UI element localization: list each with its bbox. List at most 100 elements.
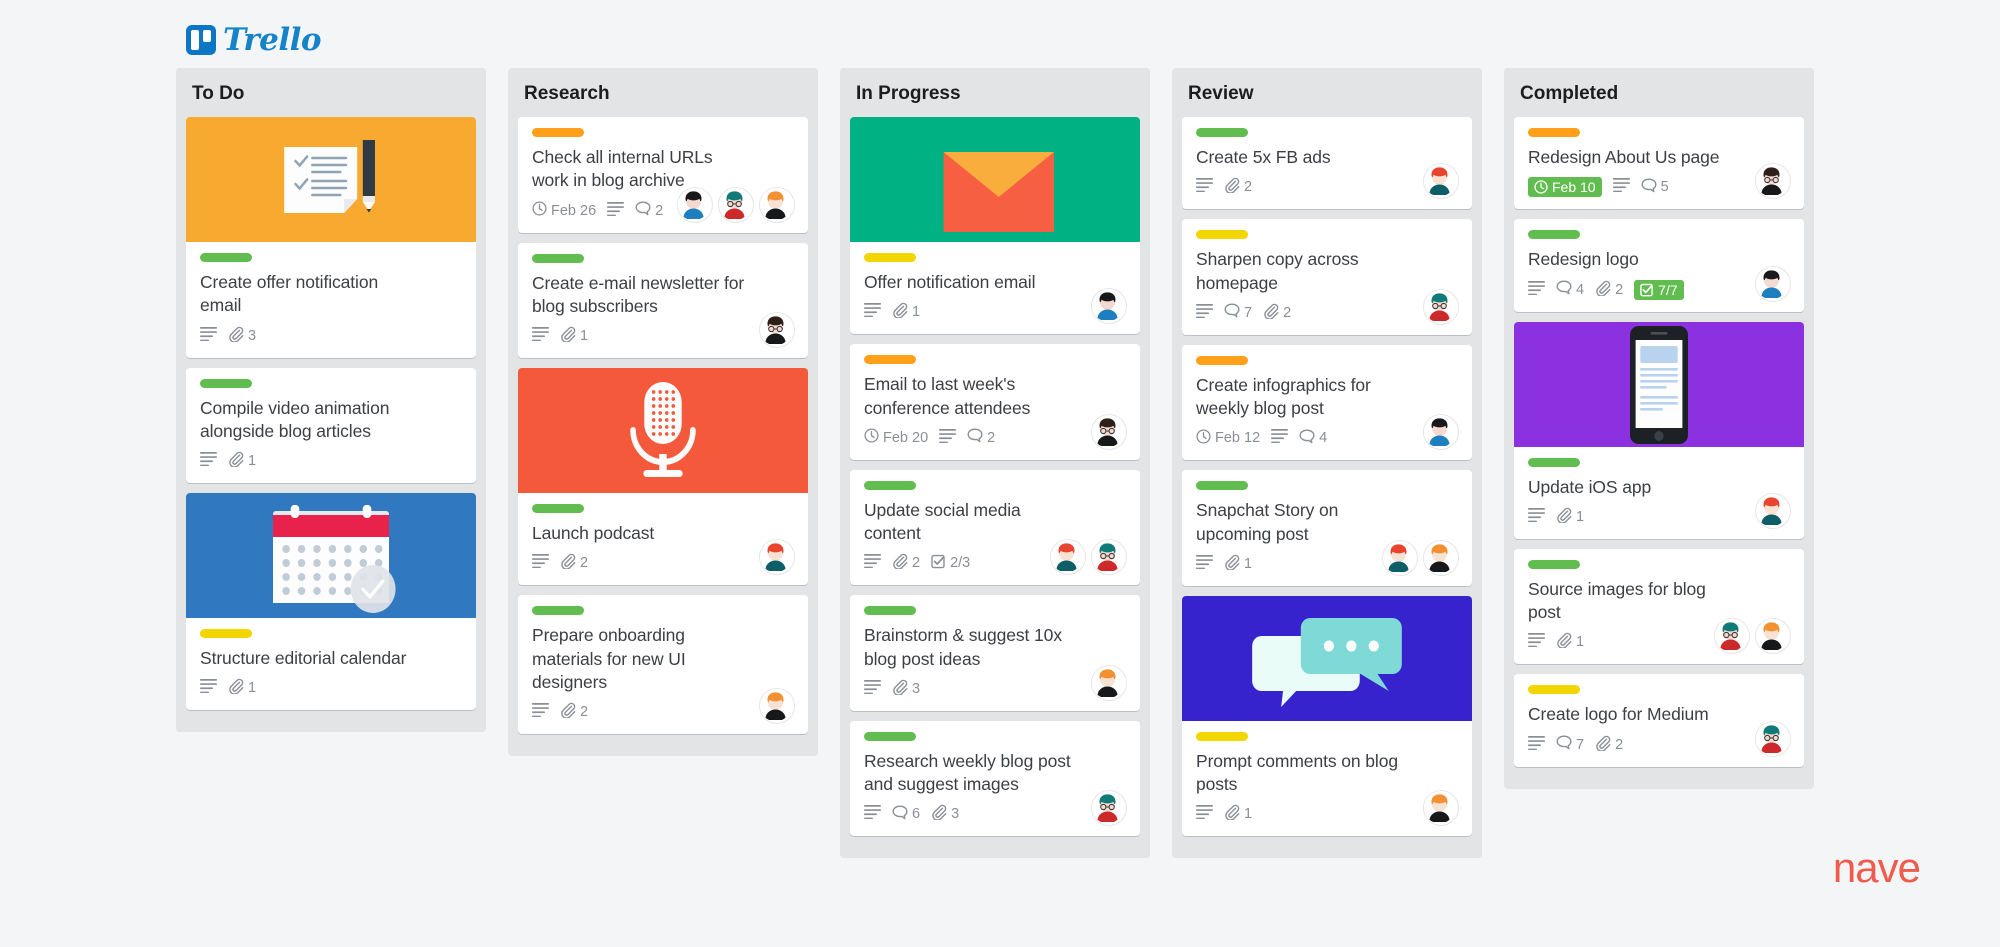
card-label-yellow[interactable] [200, 629, 252, 639]
board-card[interactable]: Create e-mail newsletter for blog subscr… [518, 242, 808, 359]
board-card[interactable]: Snapchat Story on upcoming post 1 [1182, 470, 1472, 586]
card-body: Redesign logo 4 2 7/7 [1514, 219, 1804, 311]
due-date-badge[interactable]: Feb 26 [532, 201, 596, 220]
card-label-orange[interactable] [1196, 355, 1248, 365]
board-card[interactable]: Update iOS app 1 [1514, 321, 1804, 539]
card-label-yellow[interactable] [1528, 685, 1580, 695]
board-card[interactable]: Email to last week's conference attendee… [850, 344, 1140, 460]
card-label-green[interactable] [200, 253, 252, 262]
attachment-icon [1556, 507, 1572, 527]
avatar[interactable] [759, 539, 795, 576]
avatar[interactable] [1755, 163, 1791, 200]
board-card[interactable]: Source images for blog post 1 [1514, 548, 1804, 665]
avatar[interactable] [1755, 618, 1791, 655]
board-card[interactable]: Create 5x FB ads 2 [1182, 117, 1472, 210]
comment-badge: 2 [635, 201, 663, 220]
board-card[interactable]: Research weekly blog post and suggest im… [850, 720, 1140, 837]
board-card[interactable]: Offer notification email 1 [850, 117, 1140, 335]
card-label-green[interactable] [864, 606, 916, 616]
avatar[interactable] [1423, 414, 1459, 451]
attachment-count: 1 [1244, 555, 1253, 572]
board-card[interactable]: Redesign logo 4 2 7/7 [1514, 219, 1804, 312]
attachment-badge: 2 [1263, 303, 1291, 323]
card-label-green[interactable] [1528, 230, 1580, 240]
card-title: Redesign logo [1528, 249, 1639, 270]
card-badges: 2 [532, 702, 794, 722]
card-title: Prompt comments on blog posts [1196, 750, 1398, 795]
avatar[interactable] [1091, 539, 1127, 576]
attachment-badge: 3 [228, 326, 256, 346]
card-label-green[interactable] [1528, 559, 1580, 569]
avatar[interactable] [1050, 539, 1086, 576]
card-label-green[interactable] [1528, 457, 1580, 467]
description-badge [1271, 429, 1289, 447]
due-date-badge-complete[interactable]: Feb 10 [1528, 177, 1602, 198]
card-label-green[interactable] [1196, 128, 1248, 137]
card-label-green[interactable] [864, 731, 916, 741]
card-label-orange[interactable] [1528, 128, 1580, 137]
card-label-green[interactable] [1196, 481, 1248, 491]
due-date-badge[interactable]: Feb 20 [864, 428, 928, 447]
due-date-icon [864, 428, 879, 447]
board-card[interactable]: Update social media content 2 2/3 [850, 469, 1140, 586]
due-date-text: Feb 12 [1215, 430, 1261, 447]
avatar[interactable] [1382, 539, 1418, 576]
board-card[interactable]: Prompt comments on blog posts 1 [1182, 595, 1472, 837]
card-label-green[interactable] [864, 480, 916, 490]
comment-count: 7 [1576, 736, 1585, 753]
card-members [1091, 790, 1127, 827]
avatar[interactable] [759, 186, 795, 223]
board-card[interactable]: Prepare onboarding materials for new UI … [518, 595, 808, 735]
board-card[interactable]: Check all internal URLs work in blog arc… [518, 117, 808, 233]
description-badge [1528, 633, 1545, 651]
due-date-text: Feb 10 [1552, 179, 1596, 196]
avatar[interactable] [1423, 288, 1459, 325]
avatar[interactable] [1091, 288, 1127, 325]
checklist-icon [931, 554, 946, 573]
card-label-yellow[interactable] [864, 253, 916, 262]
avatar[interactable] [1714, 618, 1750, 655]
board-card[interactable]: Launch podcast 2 [518, 368, 808, 586]
card-label-orange[interactable] [864, 355, 916, 365]
avatar[interactable] [1091, 664, 1127, 701]
card-members [1714, 618, 1791, 655]
comment-count: 4 [1576, 281, 1585, 298]
due-date-badge[interactable]: Feb 12 [1196, 429, 1260, 448]
board-card[interactable]: Redesign About Us page Feb 10 5 [1514, 117, 1804, 210]
avatar[interactable] [759, 688, 795, 725]
comment-icon [1641, 178, 1657, 197]
card-label-green[interactable] [200, 378, 252, 388]
avatar[interactable] [1755, 492, 1791, 529]
board-card[interactable]: Sharpen copy across homepage 7 2 [1182, 219, 1472, 335]
board-card[interactable]: Create logo for Medium 7 2 [1514, 674, 1804, 767]
avatar[interactable] [1423, 790, 1459, 827]
avatar[interactable] [677, 186, 713, 223]
avatar[interactable] [1423, 539, 1459, 576]
trello-logo[interactable]: Trello [186, 22, 322, 58]
avatar[interactable] [759, 312, 795, 349]
avatar[interactable] [1755, 265, 1791, 302]
attachment-count: 1 [1244, 806, 1253, 823]
description-icon [864, 303, 881, 321]
card-label-orange[interactable] [532, 128, 584, 137]
card-label-yellow[interactable] [1196, 230, 1248, 240]
card-label-green[interactable] [532, 606, 584, 616]
card-label-green[interactable] [532, 504, 584, 514]
avatar[interactable] [1755, 720, 1791, 757]
attachment-count: 1 [248, 453, 257, 470]
board-card[interactable]: Create infographics for weekly blog post… [1182, 344, 1472, 461]
board-card[interactable]: Structure editorial calendar 1 [186, 493, 476, 711]
card-label-yellow[interactable] [1196, 731, 1248, 741]
card-label-green[interactable] [532, 253, 584, 263]
avatar[interactable] [1091, 790, 1127, 827]
card-cover-image [186, 493, 476, 619]
avatar[interactable] [1423, 163, 1459, 200]
avatar[interactable] [1091, 413, 1127, 450]
avatar[interactable] [718, 186, 754, 223]
board-card[interactable]: Compile video animation alongside blog a… [186, 367, 476, 484]
card-members [1050, 539, 1127, 576]
board-card[interactable]: Create offer notification email 3 [186, 117, 476, 358]
card-badges: 1 [1528, 507, 1790, 527]
board-card[interactable]: Brainstorm & suggest 10x blog post ideas… [850, 595, 1140, 711]
description-icon [1196, 805, 1213, 823]
